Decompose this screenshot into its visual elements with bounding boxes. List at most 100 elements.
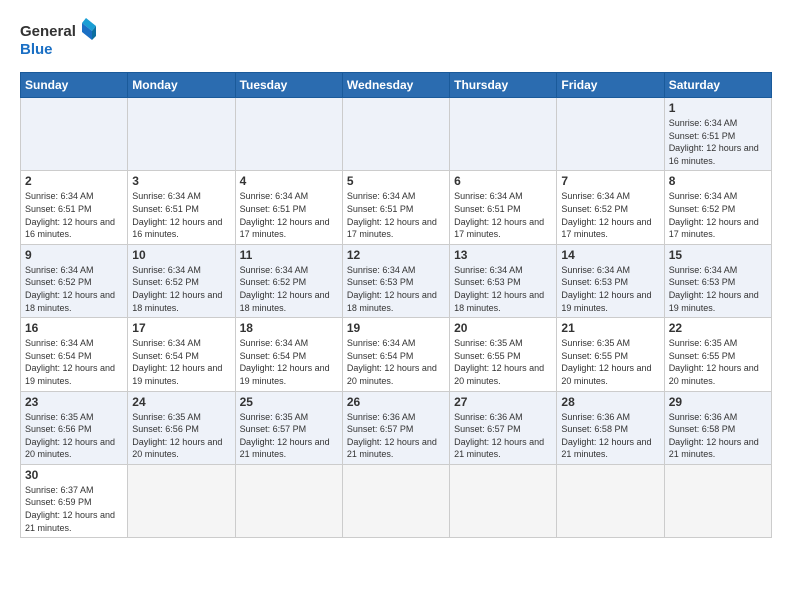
calendar-week-row: 1 Sunrise: 6:34 AM Sunset: 6:51 PM Daylig… (21, 98, 772, 171)
day-info: Sunrise: 6:34 AM Sunset: 6:51 PM Dayligh… (347, 190, 445, 240)
day-info: Sunrise: 6:34 AM Sunset: 6:52 PM Dayligh… (561, 190, 659, 240)
calendar-cell: 10Sunrise: 6:34 AM Sunset: 6:52 PM Dayli… (128, 244, 235, 317)
day-info: Sunrise: 6:34 AM Sunset: 6:54 PM Dayligh… (25, 337, 123, 387)
day-number: 9 (25, 248, 123, 262)
calendar-cell (557, 98, 664, 171)
day-number: 8 (669, 174, 767, 188)
day-info: Sunrise: 6:34 AM Sunset: 6:53 PM Dayligh… (347, 264, 445, 314)
day-info: Sunrise: 6:34 AM Sunset: 6:53 PM Dayligh… (454, 264, 552, 314)
calendar-cell: 22 Sunrise: 6:35 AM Sunset: 6:55 PM Dayli… (664, 318, 771, 391)
calendar-cell: 27 Sunrise: 6:36 AM Sunset: 6:57 PM Dayli… (450, 391, 557, 464)
day-info: Sunrise: 6:35 AM Sunset: 6:55 PM Dayligh… (454, 337, 552, 387)
day-number: 12 (347, 248, 445, 262)
day-info: Sunrise: 6:34 AM Sunset: 6:51 PM Dayligh… (669, 117, 767, 167)
day-number: 15 (669, 248, 767, 262)
day-info: Sunrise: 6:34 AM Sunset: 6:54 PM Dayligh… (347, 337, 445, 387)
day-info: Sunrise: 6:36 AM Sunset: 6:58 PM Dayligh… (669, 411, 767, 461)
day-info: Sunrise: 6:35 AM Sunset: 6:55 PM Dayligh… (561, 337, 659, 387)
calendar-cell: 29 Sunrise: 6:36 AM Sunset: 6:58 PM Dayli… (664, 391, 771, 464)
day-info: Sunrise: 6:37 AM Sunset: 6:59 PM Dayligh… (25, 484, 123, 534)
day-number: 7 (561, 174, 659, 188)
day-number: 11 (240, 248, 338, 262)
svg-text:Blue: Blue (20, 41, 53, 58)
calendar-header-row: SundayMondayTuesdayWednesdayThursdayFrid… (21, 73, 772, 98)
calendar-cell (342, 98, 449, 171)
day-info: Sunrise: 6:35 AM Sunset: 6:57 PM Dayligh… (240, 411, 338, 461)
calendar-cell: 12 Sunrise: 6:34 AM Sunset: 6:53 PM Dayli… (342, 244, 449, 317)
day-number: 23 (25, 395, 123, 409)
day-info: Sunrise: 6:36 AM Sunset: 6:57 PM Dayligh… (454, 411, 552, 461)
calendar-cell (342, 464, 449, 537)
calendar-week-row: 9 Sunrise: 6:34 AM Sunset: 6:52 PM Daylig… (21, 244, 772, 317)
calendar-cell: 14Sunrise: 6:34 AM Sunset: 6:53 PM Dayli… (557, 244, 664, 317)
calendar-cell: 17Sunrise: 6:34 AM Sunset: 6:54 PM Dayli… (128, 318, 235, 391)
calendar-cell: 26 Sunrise: 6:36 AM Sunset: 6:57 PM Dayli… (342, 391, 449, 464)
day-number: 1 (669, 101, 767, 115)
day-info: Sunrise: 6:34 AM Sunset: 6:53 PM Dayligh… (669, 264, 767, 314)
day-number: 13 (454, 248, 552, 262)
calendar-cell: 18Sunrise: 6:34 AM Sunset: 6:54 PM Dayli… (235, 318, 342, 391)
day-number: 26 (347, 395, 445, 409)
day-number: 19 (347, 321, 445, 335)
calendar-cell: 30 Sunrise: 6:37 AM Sunset: 6:59 PM Dayli… (21, 464, 128, 537)
calendar-header-wednesday: Wednesday (342, 73, 449, 98)
calendar-cell: 13 Sunrise: 6:34 AM Sunset: 6:53 PM Dayli… (450, 244, 557, 317)
day-number: 6 (454, 174, 552, 188)
calendar-week-row: 23 Sunrise: 6:35 AM Sunset: 6:56 PM Dayli… (21, 391, 772, 464)
day-number: 29 (669, 395, 767, 409)
calendar-cell (235, 464, 342, 537)
day-number: 5 (347, 174, 445, 188)
day-info: Sunrise: 6:34 AM Sunset: 6:51 PM Dayligh… (454, 190, 552, 240)
calendar-week-row: 30 Sunrise: 6:37 AM Sunset: 6:59 PM Dayli… (21, 464, 772, 537)
day-number: 22 (669, 321, 767, 335)
day-info: Sunrise: 6:34 AM Sunset: 6:54 PM Dayligh… (132, 337, 230, 387)
day-number: 2 (25, 174, 123, 188)
day-number: 10 (132, 248, 230, 262)
calendar-header-friday: Friday (557, 73, 664, 98)
day-number: 30 (25, 468, 123, 482)
calendar-cell: 21Sunrise: 6:35 AM Sunset: 6:55 PM Dayli… (557, 318, 664, 391)
day-info: Sunrise: 6:34 AM Sunset: 6:54 PM Dayligh… (240, 337, 338, 387)
day-number: 16 (25, 321, 123, 335)
calendar-cell (235, 98, 342, 171)
calendar-cell (557, 464, 664, 537)
calendar-week-row: 16 Sunrise: 6:34 AM Sunset: 6:54 PM Dayli… (21, 318, 772, 391)
calendar-cell: 9 Sunrise: 6:34 AM Sunset: 6:52 PM Daylig… (21, 244, 128, 317)
day-info: Sunrise: 6:35 AM Sunset: 6:56 PM Dayligh… (132, 411, 230, 461)
day-info: Sunrise: 6:34 AM Sunset: 6:51 PM Dayligh… (25, 190, 123, 240)
day-info: Sunrise: 6:34 AM Sunset: 6:51 PM Dayligh… (240, 190, 338, 240)
calendar-cell: 4Sunrise: 6:34 AM Sunset: 6:51 PM Daylig… (235, 171, 342, 244)
calendar-cell: 2 Sunrise: 6:34 AM Sunset: 6:51 PM Daylig… (21, 171, 128, 244)
calendar-cell: 8 Sunrise: 6:34 AM Sunset: 6:52 PM Daylig… (664, 171, 771, 244)
day-info: Sunrise: 6:34 AM Sunset: 6:52 PM Dayligh… (25, 264, 123, 314)
day-info: Sunrise: 6:35 AM Sunset: 6:55 PM Dayligh… (669, 337, 767, 387)
svg-text:General: General (20, 23, 76, 40)
calendar-cell: 19 Sunrise: 6:34 AM Sunset: 6:54 PM Dayli… (342, 318, 449, 391)
calendar-cell (450, 464, 557, 537)
day-info: Sunrise: 6:34 AM Sunset: 6:52 PM Dayligh… (669, 190, 767, 240)
day-number: 24 (132, 395, 230, 409)
calendar-cell: 6 Sunrise: 6:34 AM Sunset: 6:51 PM Daylig… (450, 171, 557, 244)
calendar-table: SundayMondayTuesdayWednesdayThursdayFrid… (20, 72, 772, 538)
day-info: Sunrise: 6:34 AM Sunset: 6:51 PM Dayligh… (132, 190, 230, 240)
day-info: Sunrise: 6:34 AM Sunset: 6:52 PM Dayligh… (240, 264, 338, 314)
calendar-header-sunday: Sunday (21, 73, 128, 98)
day-number: 27 (454, 395, 552, 409)
calendar-cell: 28Sunrise: 6:36 AM Sunset: 6:58 PM Dayli… (557, 391, 664, 464)
day-info: Sunrise: 6:36 AM Sunset: 6:57 PM Dayligh… (347, 411, 445, 461)
header: General Blue (20, 16, 772, 62)
calendar-cell: 24 Sunrise: 6:35 AM Sunset: 6:56 PM Dayli… (128, 391, 235, 464)
calendar-cell: 15 Sunrise: 6:34 AM Sunset: 6:53 PM Dayli… (664, 244, 771, 317)
calendar-cell: 20Sunrise: 6:35 AM Sunset: 6:55 PM Dayli… (450, 318, 557, 391)
calendar-cell: 16 Sunrise: 6:34 AM Sunset: 6:54 PM Dayli… (21, 318, 128, 391)
day-info: Sunrise: 6:36 AM Sunset: 6:58 PM Dayligh… (561, 411, 659, 461)
logo: General Blue (20, 16, 100, 62)
calendar-cell: 3Sunrise: 6:34 AM Sunset: 6:51 PM Daylig… (128, 171, 235, 244)
day-info: Sunrise: 6:34 AM Sunset: 6:53 PM Dayligh… (561, 264, 659, 314)
calendar-cell: 23Sunrise: 6:35 AM Sunset: 6:56 PM Dayli… (21, 391, 128, 464)
day-number: 25 (240, 395, 338, 409)
generalblue-logo: General Blue (20, 16, 100, 62)
page: General Blue SundayMondayTuesdayWednesda… (0, 0, 792, 548)
calendar-cell: 11 Sunrise: 6:34 AM Sunset: 6:52 PM Dayli… (235, 244, 342, 317)
calendar-cell (128, 98, 235, 171)
